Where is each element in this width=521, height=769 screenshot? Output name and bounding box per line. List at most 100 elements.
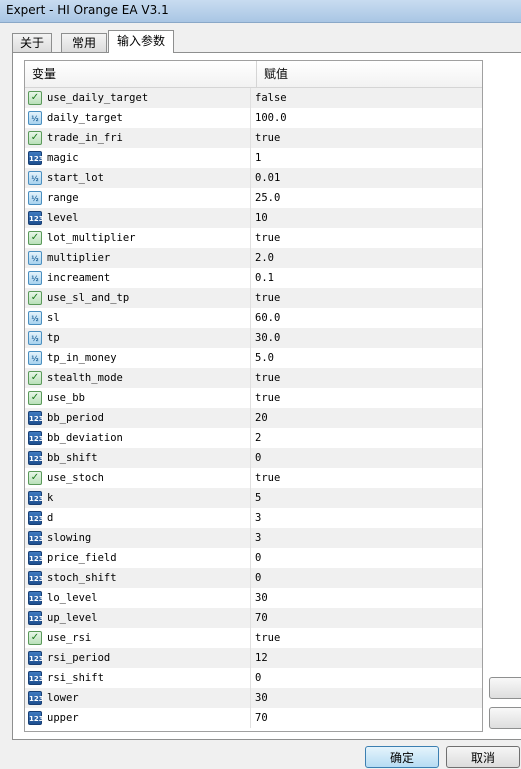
value-cell[interactable]: true [251, 368, 482, 388]
table-row[interactable]: 123 lo_level 30 [25, 588, 482, 608]
tab-common[interactable]: 常用 [61, 33, 107, 52]
half-icon: ½ [28, 271, 42, 285]
value-cell[interactable]: 5.0 [251, 348, 482, 368]
half-icon: ½ [28, 311, 42, 325]
table-row[interactable]: 123 k 5 [25, 488, 482, 508]
variable-name: lower [47, 692, 79, 704]
variable-cell: 123 rsi_period [25, 648, 251, 668]
table-row[interactable]: 123 price_field 0 [25, 548, 482, 568]
variable-name: use_daily_target [47, 92, 149, 104]
123-icon: 123 [28, 531, 44, 545]
value-cell[interactable]: 3 [251, 528, 482, 548]
table-row[interactable]: ½ increament 0.1 [25, 268, 482, 288]
tab-about[interactable]: 关于 [12, 33, 52, 52]
table-row[interactable]: ✓ use_daily_target false [25, 88, 482, 108]
value-cell[interactable]: 70 [251, 708, 482, 728]
table-row[interactable]: 123 lower 30 [25, 688, 482, 708]
half-icon: ½ [28, 191, 42, 205]
value-cell[interactable]: true [251, 628, 482, 648]
value-cell[interactable]: true [251, 128, 482, 148]
value-cell[interactable]: 30 [251, 688, 482, 708]
variable-name: sl [47, 312, 60, 324]
variable-name: magic [47, 152, 79, 164]
column-header-value[interactable]: 赋值 [257, 61, 482, 87]
table-row[interactable]: 123 rsi_shift 0 [25, 668, 482, 688]
value-cell[interactable]: 100.0 [251, 108, 482, 128]
ok-button[interactable]: 确定 [365, 746, 439, 768]
variable-cell: ✓ use_stoch [25, 468, 251, 488]
value-cell[interactable]: 0 [251, 548, 482, 568]
load-button[interactable] [489, 677, 521, 699]
value-cell[interactable]: false [251, 88, 482, 108]
table-row[interactable]: 123 up_level 70 [25, 608, 482, 628]
table-row[interactable]: 123 bb_period 20 [25, 408, 482, 428]
table-row[interactable]: ½ tp_in_money 5.0 [25, 348, 482, 368]
value-cell[interactable]: 25.0 [251, 188, 482, 208]
value-cell[interactable]: 0 [251, 568, 482, 588]
value-cell[interactable]: 0.1 [251, 268, 482, 288]
value-cell[interactable]: true [251, 228, 482, 248]
value-cell[interactable]: 12 [251, 648, 482, 668]
variable-cell: ✓ stealth_mode [25, 368, 251, 388]
table-row[interactable]: ✓ use_sl_and_tp true [25, 288, 482, 308]
variable-name: d [47, 512, 54, 524]
table-row[interactable]: 123 rsi_period 12 [25, 648, 482, 668]
value-cell[interactable]: 70 [251, 608, 482, 628]
value-cell[interactable]: 1 [251, 148, 482, 168]
value-cell[interactable]: 0 [251, 668, 482, 688]
table-row[interactable]: ½ tp 30.0 [25, 328, 482, 348]
table-row[interactable]: 123 magic 1 [25, 148, 482, 168]
table-row[interactable]: ✓ trade_in_fri true [25, 128, 482, 148]
value-cell[interactable]: true [251, 468, 482, 488]
value-cell[interactable]: 2.0 [251, 248, 482, 268]
variable-cell: 123 level [25, 208, 251, 228]
table-row[interactable]: ½ sl 60.0 [25, 308, 482, 328]
variable-cell: ✓ use_bb [25, 388, 251, 408]
value-cell[interactable]: 30 [251, 588, 482, 608]
half-icon: ½ [28, 331, 42, 345]
value-cell[interactable]: 20 [251, 408, 482, 428]
table-row[interactable]: 123 bb_shift 0 [25, 448, 482, 468]
table-row[interactable]: ✓ use_rsi true [25, 628, 482, 648]
table-row[interactable]: ½ start_lot 0.01 [25, 168, 482, 188]
table-row[interactable]: ½ daily_target 100.0 [25, 108, 482, 128]
variable-name: lo_level [47, 592, 98, 604]
variable-name: k [47, 492, 54, 504]
table-row[interactable]: 123 level 10 [25, 208, 482, 228]
table-row[interactable]: ✓ lot_multiplier true [25, 228, 482, 248]
table-row[interactable]: ½ range 25.0 [25, 188, 482, 208]
table-row[interactable]: ½ multiplier 2.0 [25, 248, 482, 268]
checkmark-icon: ✓ [28, 231, 42, 245]
value-cell[interactable]: true [251, 388, 482, 408]
variable-cell: 123 magic [25, 148, 251, 168]
cancel-button[interactable]: 取消 [446, 746, 520, 768]
variable-name: rsi_period [47, 652, 111, 664]
checkmark-icon: ✓ [28, 291, 42, 305]
table-row[interactable]: 123 d 3 [25, 508, 482, 528]
column-header-variable[interactable]: 变量 [25, 61, 257, 87]
table-row[interactable]: ✓ use_bb true [25, 388, 482, 408]
checkmark-icon: ✓ [28, 471, 42, 485]
variable-name: stoch_shift [47, 572, 117, 584]
save-button[interactable] [489, 707, 521, 729]
table-row[interactable]: 123 stoch_shift 0 [25, 568, 482, 588]
table-row[interactable]: 123 upper 70 [25, 708, 482, 728]
variable-name: use_rsi [47, 632, 92, 644]
value-cell[interactable]: 60.0 [251, 308, 482, 328]
table-row[interactable]: 123 bb_deviation 2 [25, 428, 482, 448]
value-cell[interactable]: 10 [251, 208, 482, 228]
value-cell[interactable]: 5 [251, 488, 482, 508]
table-row[interactable]: 123 slowing 3 [25, 528, 482, 548]
tab-inputs[interactable]: 输入参数 [108, 30, 174, 53]
value-cell[interactable]: true [251, 288, 482, 308]
variable-name: increament [47, 272, 111, 284]
checkmark-icon: ✓ [28, 91, 42, 105]
value-cell[interactable]: 2 [251, 428, 482, 448]
value-cell[interactable]: 3 [251, 508, 482, 528]
value-cell[interactable]: 30.0 [251, 328, 482, 348]
table-row[interactable]: ✓ use_stoch true [25, 468, 482, 488]
value-cell[interactable]: 0.01 [251, 168, 482, 188]
value-cell[interactable]: 0 [251, 448, 482, 468]
table-row[interactable]: ✓ stealth_mode true [25, 368, 482, 388]
variable-name: stealth_mode [47, 372, 123, 384]
